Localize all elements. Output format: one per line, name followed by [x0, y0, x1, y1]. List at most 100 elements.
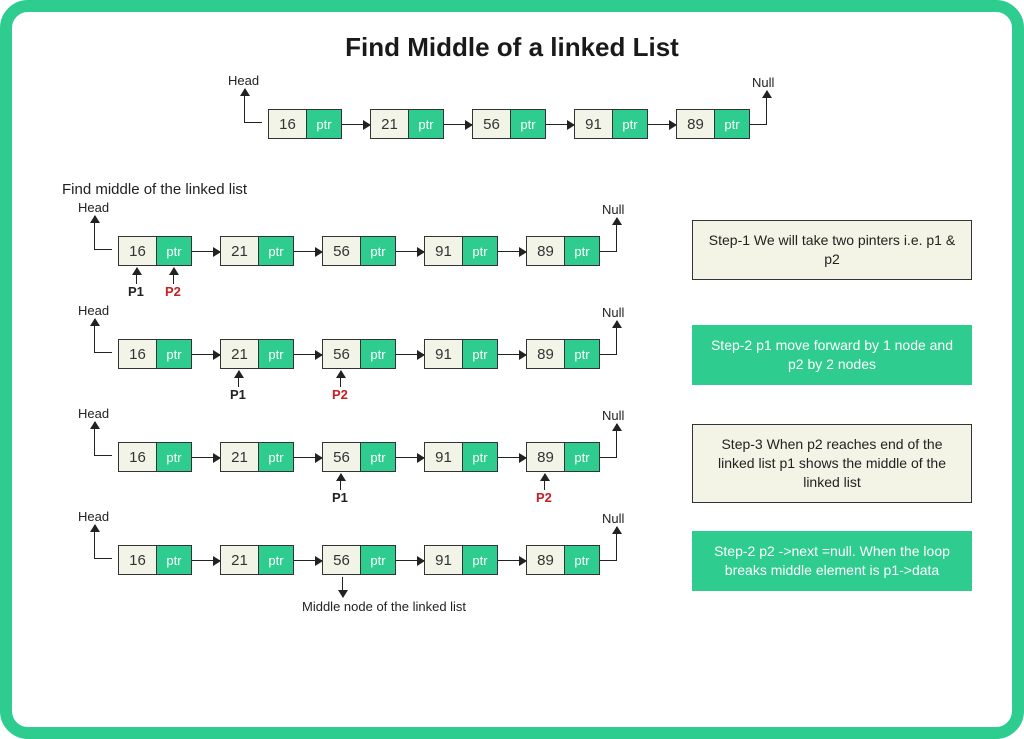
- node-ptr: ptr: [565, 546, 599, 574]
- list-node: 89ptr: [526, 236, 600, 266]
- step2-box: Step-2 p1 move forward by 1 node and p2 …: [692, 325, 972, 385]
- linked-list-step2: Head16ptr21ptr56ptr91ptr89ptrNullP1P2: [62, 303, 682, 398]
- list-node: 56ptr: [322, 442, 396, 472]
- subtitle: Find middle of the linked list: [62, 181, 982, 198]
- head-label: Head: [78, 406, 109, 421]
- list-node: 21ptr: [220, 236, 294, 266]
- p1-pointer-label: P1: [230, 387, 246, 402]
- next-arrow: [498, 560, 526, 561]
- head-label: Head: [78, 509, 109, 524]
- node-value: 16: [269, 110, 307, 138]
- node-value: 91: [425, 340, 463, 368]
- next-arrow: [294, 457, 322, 458]
- p1-pointer-label: P1: [332, 490, 348, 505]
- next-arrow: [498, 457, 526, 458]
- list-node: 16ptr: [118, 339, 192, 369]
- node-ptr: ptr: [565, 443, 599, 471]
- node-ptr: ptr: [565, 340, 599, 368]
- list-node: 89ptr: [526, 339, 600, 369]
- node-value: 16: [119, 237, 157, 265]
- node-value: 89: [677, 110, 715, 138]
- list-node: 16ptr: [118, 236, 192, 266]
- list-node: 89ptr: [526, 442, 600, 472]
- node-value: 16: [119, 340, 157, 368]
- next-arrow: [546, 124, 574, 125]
- next-arrow: [192, 354, 220, 355]
- linked-list-step4: Head16ptr21ptr56ptr91ptr89ptrNullMiddle …: [62, 509, 682, 619]
- next-arrow: [498, 354, 526, 355]
- node-value: 91: [575, 110, 613, 138]
- next-arrow: [294, 354, 322, 355]
- linked-list-step1: Head16ptr21ptr56ptr91ptr89ptrNullP1P2: [62, 200, 682, 295]
- node-ptr: ptr: [715, 110, 749, 138]
- diagram-frame: Find Middle of a linked List Head16ptr21…: [0, 0, 1024, 739]
- node-value: 91: [425, 443, 463, 471]
- node-value: 56: [323, 546, 361, 574]
- list-node: 91ptr: [574, 109, 648, 139]
- node-ptr: ptr: [361, 340, 395, 368]
- node-ptr: ptr: [361, 546, 395, 574]
- head-arrow: [94, 525, 95, 559]
- step3-row: Head16ptr21ptr56ptr91ptr89ptrNullP1P2 St…: [42, 406, 982, 501]
- list-node: 56ptr: [322, 236, 396, 266]
- node-value: 16: [119, 546, 157, 574]
- node-ptr: ptr: [157, 443, 191, 471]
- next-arrow: [396, 457, 424, 458]
- list-node: 16ptr: [118, 442, 192, 472]
- null-arrow: [616, 527, 617, 561]
- null-connector: [600, 560, 616, 561]
- next-arrow: [396, 354, 424, 355]
- node-ptr: ptr: [511, 110, 545, 138]
- page-title: Find Middle of a linked List: [42, 32, 982, 63]
- node-ptr: ptr: [361, 237, 395, 265]
- node-value: 89: [527, 546, 565, 574]
- next-arrow: [192, 457, 220, 458]
- null-connector: [600, 251, 616, 252]
- list-node: 91ptr: [424, 442, 498, 472]
- p2-pointer-arrow: [340, 371, 341, 387]
- node-ptr: ptr: [259, 237, 293, 265]
- node-ptr: ptr: [157, 340, 191, 368]
- list-node: 21ptr: [220, 339, 294, 369]
- p1-pointer-arrow: [238, 371, 239, 387]
- p2-pointer-label: P2: [332, 387, 348, 402]
- node-value: 21: [221, 237, 259, 265]
- node-ptr: ptr: [361, 443, 395, 471]
- next-arrow: [498, 251, 526, 252]
- head-label: Head: [78, 200, 109, 215]
- next-arrow: [294, 251, 322, 252]
- node-ptr: ptr: [565, 237, 599, 265]
- list-node: 89ptr: [526, 545, 600, 575]
- p2-pointer-label: P2: [536, 490, 552, 505]
- node-value: 21: [221, 546, 259, 574]
- node-ptr: ptr: [259, 546, 293, 574]
- node-value: 21: [221, 443, 259, 471]
- null-connector: [600, 457, 616, 458]
- node-ptr: ptr: [259, 340, 293, 368]
- null-arrow: [616, 321, 617, 355]
- head-label: Head: [228, 73, 259, 88]
- node-ptr: ptr: [157, 546, 191, 574]
- node-value: 21: [221, 340, 259, 368]
- list-node: 56ptr: [322, 339, 396, 369]
- step1-box: Step-1 We will take two pinters i.e. p1 …: [692, 220, 972, 280]
- linked-list-step3: Head16ptr21ptr56ptr91ptr89ptrNullP1P2: [62, 406, 682, 501]
- node-value: 56: [323, 237, 361, 265]
- head-arrow: [244, 89, 245, 123]
- null-label: Null: [602, 511, 624, 526]
- null-label: Null: [752, 75, 774, 90]
- p1-pointer-arrow: [340, 474, 341, 490]
- step3-box: Step-3 When p2 reaches end of the linked…: [692, 424, 972, 503]
- node-ptr: ptr: [307, 110, 341, 138]
- list-node: 56ptr: [472, 109, 546, 139]
- next-arrow: [648, 124, 676, 125]
- head-arrow: [94, 422, 95, 456]
- node-value: 21: [371, 110, 409, 138]
- node-value: 56: [323, 340, 361, 368]
- list-node: 16ptr: [268, 109, 342, 139]
- node-value: 89: [527, 340, 565, 368]
- node-value: 89: [527, 443, 565, 471]
- middle-label: Middle node of the linked list: [302, 599, 466, 614]
- linked-list-top: Head16ptr21ptr56ptr91ptr89ptrNull: [212, 73, 852, 173]
- node-value: 56: [323, 443, 361, 471]
